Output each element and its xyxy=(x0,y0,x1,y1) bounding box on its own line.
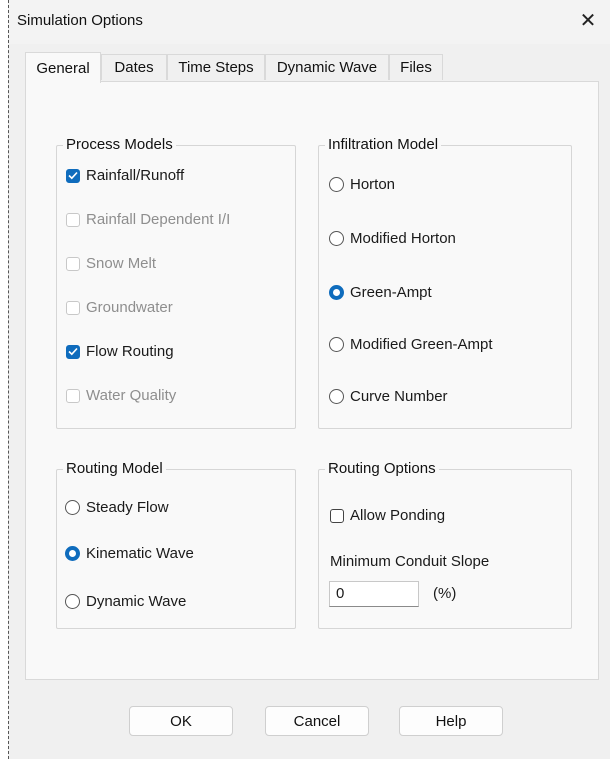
modified-green-ampt-radio[interactable]: Modified Green-Ampt xyxy=(329,336,493,353)
close-button[interactable]: ✕ xyxy=(565,0,610,40)
radio-circle xyxy=(329,177,344,192)
routing-options-group: Routing Options Allow Ponding Minimum Co… xyxy=(318,460,572,629)
group-label: Routing Model xyxy=(63,460,166,477)
ok-button[interactable]: OK xyxy=(129,706,233,736)
checkbox-label: Allow Ponding xyxy=(350,507,446,524)
snow-melt-checkbox[interactable]: Snow Melt xyxy=(66,255,156,272)
horton-radio[interactable]: Horton xyxy=(329,176,395,193)
radio-label: Dynamic Wave xyxy=(86,593,187,610)
checkbox-box xyxy=(66,388,80,403)
min-conduit-slope-input[interactable]: 0 xyxy=(329,581,419,607)
window-title: Simulation Options xyxy=(17,12,143,29)
infiltration-model-group: Infiltration Model Horton Modified Horto… xyxy=(318,136,572,429)
radio-label: Modified Green-Ampt xyxy=(350,336,493,353)
radio-circle xyxy=(329,389,344,404)
simulation-options-dialog: Simulation Options ✕ General Dates Time … xyxy=(8,0,610,759)
checkbox-box xyxy=(66,212,80,227)
tab-label: Dynamic Wave xyxy=(276,59,378,76)
radio-circle xyxy=(329,231,344,246)
rainfall-dependent-ii-checkbox[interactable]: Rainfall Dependent I/I xyxy=(66,211,230,228)
radio-label: Green-Ampt xyxy=(350,284,432,301)
close-icon: ✕ xyxy=(579,9,597,32)
help-button[interactable]: Help xyxy=(399,706,503,736)
checkbox-label: Rainfall/Runoff xyxy=(86,167,185,184)
kinematic-wave-radio[interactable]: Kinematic Wave xyxy=(65,545,194,562)
checkbox-label: Water Quality xyxy=(86,387,177,404)
radio-circle xyxy=(329,337,344,352)
checkbox-box xyxy=(66,168,80,183)
tab-label: Time Steps xyxy=(178,59,254,76)
tab-general[interactable]: General xyxy=(25,52,101,83)
min-conduit-slope-label: Minimum Conduit Slope xyxy=(330,553,490,570)
curve-number-radio[interactable]: Curve Number xyxy=(329,388,448,405)
checkbox-label: Rainfall Dependent I/I xyxy=(86,211,231,228)
radio-label: Steady Flow xyxy=(86,499,169,516)
tab-files[interactable]: Files xyxy=(389,54,443,80)
radio-label: Curve Number xyxy=(350,388,448,405)
steady-flow-radio[interactable]: Steady Flow xyxy=(65,499,169,516)
checkbox-box xyxy=(330,508,344,523)
radio-label: Kinematic Wave xyxy=(86,545,194,562)
check-icon xyxy=(68,171,78,180)
checkbox-box xyxy=(66,344,80,359)
tab-dates[interactable]: Dates xyxy=(101,54,167,80)
tab-label: General xyxy=(36,59,90,77)
group-label: Routing Options xyxy=(325,460,439,477)
cancel-button[interactable]: Cancel xyxy=(265,706,369,736)
group-label: Process Models xyxy=(63,136,176,153)
checkbox-box xyxy=(66,300,80,315)
radio-circle xyxy=(65,500,80,515)
green-ampt-radio[interactable]: Green-Ampt xyxy=(329,284,432,301)
percent-unit-label: (%) xyxy=(433,585,457,602)
radio-label: Horton xyxy=(350,176,396,193)
process-models-group: Process Models Rainfall/Runoff Rainfall … xyxy=(56,136,296,429)
groundwater-checkbox[interactable]: Groundwater xyxy=(66,299,173,316)
modified-horton-radio[interactable]: Modified Horton xyxy=(329,230,456,247)
group-label: Infiltration Model xyxy=(325,136,442,153)
check-icon xyxy=(68,347,78,356)
routing-model-group: Routing Model Steady Flow Kinematic Wave… xyxy=(56,460,296,629)
title-bar: Simulation Options ✕ xyxy=(9,0,610,44)
checkbox-label: Snow Melt xyxy=(86,255,157,272)
rainfall-runoff-checkbox[interactable]: Rainfall/Runoff xyxy=(66,167,184,184)
checkbox-box xyxy=(66,256,80,271)
tab-time-steps[interactable]: Time Steps xyxy=(167,54,265,80)
general-tab-panel: Process Models Rainfall/Runoff Rainfall … xyxy=(25,81,599,680)
tab-dynamic-wave[interactable]: Dynamic Wave xyxy=(265,54,389,80)
water-quality-checkbox[interactable]: Water Quality xyxy=(66,387,176,404)
tab-label: Files xyxy=(400,59,432,76)
dynamic-wave-radio[interactable]: Dynamic Wave xyxy=(65,593,186,610)
radio-circle xyxy=(65,546,80,561)
radio-circle xyxy=(65,594,80,609)
flow-routing-checkbox[interactable]: Flow Routing xyxy=(66,343,174,360)
checkbox-label: Flow Routing xyxy=(86,343,174,360)
tab-label: Dates xyxy=(114,59,154,76)
checkbox-label: Groundwater xyxy=(86,299,173,316)
allow-ponding-checkbox[interactable]: Allow Ponding xyxy=(330,507,445,524)
radio-circle xyxy=(329,285,344,300)
radio-label: Modified Horton xyxy=(350,230,456,247)
